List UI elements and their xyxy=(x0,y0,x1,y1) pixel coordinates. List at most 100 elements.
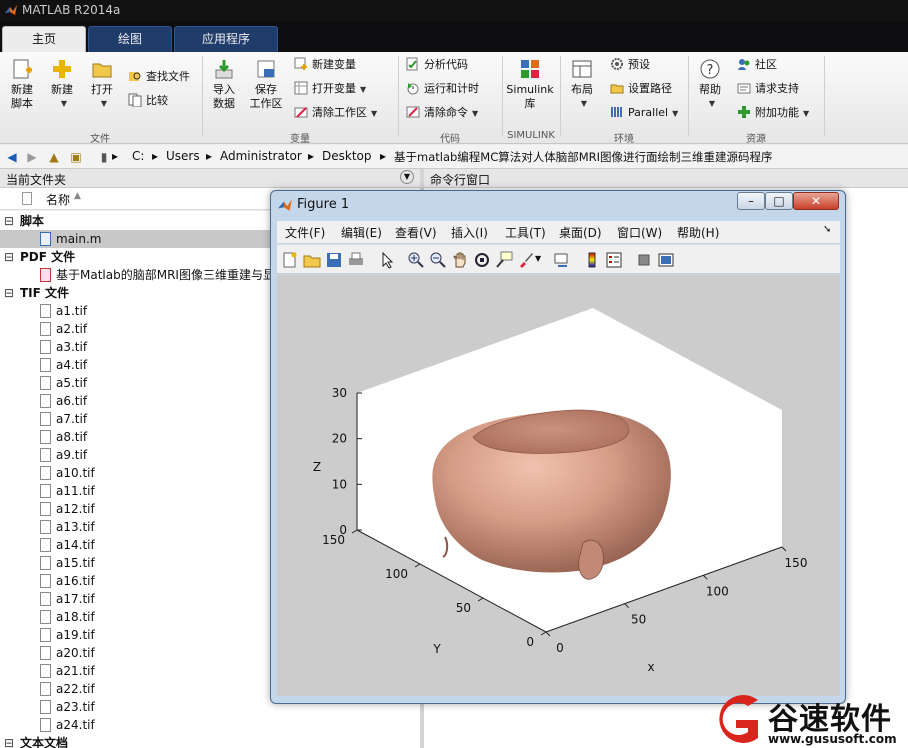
collapse-toggle-icon[interactable]: ⊟ xyxy=(4,284,14,302)
legend-icon[interactable] xyxy=(605,251,623,269)
matlab-app: MATLAB R2014a 主页 绘图 应用程序 新建 脚本 新建 ▼ 打开 ▼… xyxy=(0,0,908,748)
zoom-in-icon[interactable] xyxy=(407,251,425,269)
breadcrumb-separator: ▸ xyxy=(152,149,159,163)
find-files-button[interactable]: 查找文件 xyxy=(128,68,190,86)
save-workspace-button[interactable]: 保存 工作区 xyxy=(246,58,286,111)
breadcrumb-administrator[interactable]: Administrator xyxy=(220,149,302,163)
save-figure-icon[interactable] xyxy=(325,251,343,269)
breadcrumb-drive[interactable]: C: xyxy=(132,149,144,163)
breadcrumb-project-folder[interactable]: 基于matlab编程MC算法对人体脑部MRI图像进行面绘制三维重建源码程序 xyxy=(394,149,773,165)
file-icon xyxy=(40,628,51,642)
preferences-button[interactable]: 预设 xyxy=(610,56,650,74)
pan-hand-icon[interactable] xyxy=(451,251,469,269)
file-name: a14.tif xyxy=(56,538,95,552)
open-button[interactable]: 打开 ▼ xyxy=(84,58,120,111)
parallel-button[interactable]: Parallel ▼ xyxy=(610,104,678,122)
menu-window[interactable]: 窗口(W) xyxy=(617,224,662,241)
file-icon xyxy=(40,232,51,246)
plot-area[interactable]: 0 10 20 30 0 50 100 150 0 50 100 150 Z Yx xyxy=(277,275,840,696)
menu-view[interactable]: 查看(V) xyxy=(395,224,437,241)
breadcrumb-separator: ▸ xyxy=(112,149,119,163)
rotate-3d-icon[interactable] xyxy=(473,251,491,269)
menu-file[interactable]: 文件(F) xyxy=(285,224,325,241)
chevron-down-icon: ▼ xyxy=(100,99,108,108)
collapse-toggle-icon[interactable]: ⊟ xyxy=(4,734,14,748)
file-name: a20.tif xyxy=(56,646,95,660)
clear-workspace-button[interactable]: 清除工作区 ▼ xyxy=(294,104,377,122)
file-icon xyxy=(40,610,51,624)
clear-workspace-icon xyxy=(294,107,308,118)
collapse-toggle-icon[interactable]: ⊟ xyxy=(4,248,14,266)
set-path-button[interactable]: 设置路径 xyxy=(610,80,672,98)
file-icon xyxy=(40,484,51,498)
brush-dropdown-icon[interactable]: ▼ xyxy=(535,254,541,263)
file-icon xyxy=(40,376,51,390)
back-arrow-icon[interactable]: ◀ xyxy=(4,149,20,165)
data-cursor-icon[interactable] xyxy=(495,251,513,269)
breadcrumb-users[interactable]: Users xyxy=(166,149,200,163)
file-name: a4.tif xyxy=(56,358,88,372)
close-button[interactable]: ✕ xyxy=(793,192,839,210)
simulink-library-button[interactable]: Simulink 库 xyxy=(504,58,556,111)
clear-commands-icon xyxy=(406,106,420,118)
menu-insert[interactable]: 插入(I) xyxy=(451,224,488,241)
folder-group-3[interactable]: ⊟ 文本文档 xyxy=(0,734,420,748)
open-file-icon[interactable] xyxy=(303,251,321,269)
edit-plot-arrow-icon[interactable] xyxy=(379,251,397,269)
run-and-time-button[interactable]: 运行和计时 xyxy=(406,80,479,98)
z-axis-label: Z xyxy=(313,460,321,474)
menu-help[interactable]: 帮助(H) xyxy=(677,224,719,241)
menu-tools[interactable]: 工具(T) xyxy=(505,224,546,241)
find-files-icon xyxy=(129,72,141,81)
menu-dock-arrow-icon[interactable]: ➘ xyxy=(823,224,831,235)
forward-arrow-icon[interactable]: ▶ xyxy=(24,149,40,165)
address-bar: ◀ ▶ ▲ ▣ ▮ ▸ C: ▸ Users ▸ Administrator ▸… xyxy=(0,145,908,169)
new-script-button[interactable]: 新建 脚本 xyxy=(4,58,40,111)
analyze-code-button[interactable]: 分析代码 xyxy=(406,56,468,74)
tab-apps[interactable]: 应用程序 xyxy=(174,26,278,52)
zoom-out-icon[interactable] xyxy=(429,251,447,269)
minimize-button[interactable]: – xyxy=(737,192,765,210)
file-row[interactable]: a24.tif xyxy=(0,716,420,734)
menu-desktop[interactable]: 桌面(D) xyxy=(559,224,602,241)
menu-edit[interactable]: 编辑(E) xyxy=(341,224,382,241)
file-icon xyxy=(40,538,51,552)
clear-commands-button[interactable]: 清除命令 ▼ xyxy=(406,104,478,122)
panel-options-icon[interactable]: ▼ xyxy=(400,170,414,184)
maximize-button[interactable]: □ xyxy=(765,192,793,210)
community-button[interactable]: 社区 xyxy=(737,56,777,74)
colorbar-icon[interactable] xyxy=(583,251,601,269)
hide-plot-tools-icon[interactable] xyxy=(635,251,653,269)
column-name-header[interactable]: 名称 xyxy=(46,191,70,208)
browse-folder-icon[interactable]: ▣ xyxy=(68,149,84,165)
link-plot-icon[interactable] xyxy=(553,251,571,269)
window-title: MATLAB R2014a xyxy=(22,3,121,17)
new-figure-icon[interactable] xyxy=(281,251,299,269)
print-icon[interactable] xyxy=(347,251,365,269)
layout-button[interactable]: 布局 ▼ xyxy=(564,58,600,111)
add-ons-button[interactable]: 附加功能 ▼ xyxy=(737,104,809,122)
ribbon-divider xyxy=(502,56,503,136)
help-button[interactable]: ? 帮助 ▼ xyxy=(692,58,728,111)
compare-button[interactable]: 比较 xyxy=(128,92,168,110)
breadcrumb-desktop[interactable]: Desktop xyxy=(322,149,372,163)
open-label: 打开 xyxy=(91,83,113,96)
tab-home[interactable]: 主页 xyxy=(2,26,86,52)
axes-3d[interactable]: 0102030050100150050100150ZYx xyxy=(277,275,840,696)
svg-text:?: ? xyxy=(707,63,714,78)
collapse-toggle-icon[interactable]: ⊟ xyxy=(4,212,14,230)
request-support-button[interactable]: 请求支持 xyxy=(737,80,799,98)
tab-plots[interactable]: 绘图 xyxy=(88,26,172,52)
parallel-icon xyxy=(611,107,622,117)
new-variable-button[interactable]: 新建变量 xyxy=(294,56,356,74)
new-button[interactable]: 新建 ▼ xyxy=(44,58,80,111)
up-folder-icon[interactable]: ▲ xyxy=(46,149,62,165)
sort-ascending-icon: ▲ xyxy=(74,191,81,201)
import-data-button[interactable]: 导入 数据 xyxy=(206,58,242,111)
file-name: a2.tif xyxy=(56,322,88,336)
file-icon xyxy=(40,718,51,732)
show-plot-tools-icon[interactable] xyxy=(657,251,675,269)
file-icon xyxy=(40,358,51,372)
brush-icon[interactable] xyxy=(517,251,535,269)
open-variable-button[interactable]: 打开变量 ▼ xyxy=(294,80,366,98)
